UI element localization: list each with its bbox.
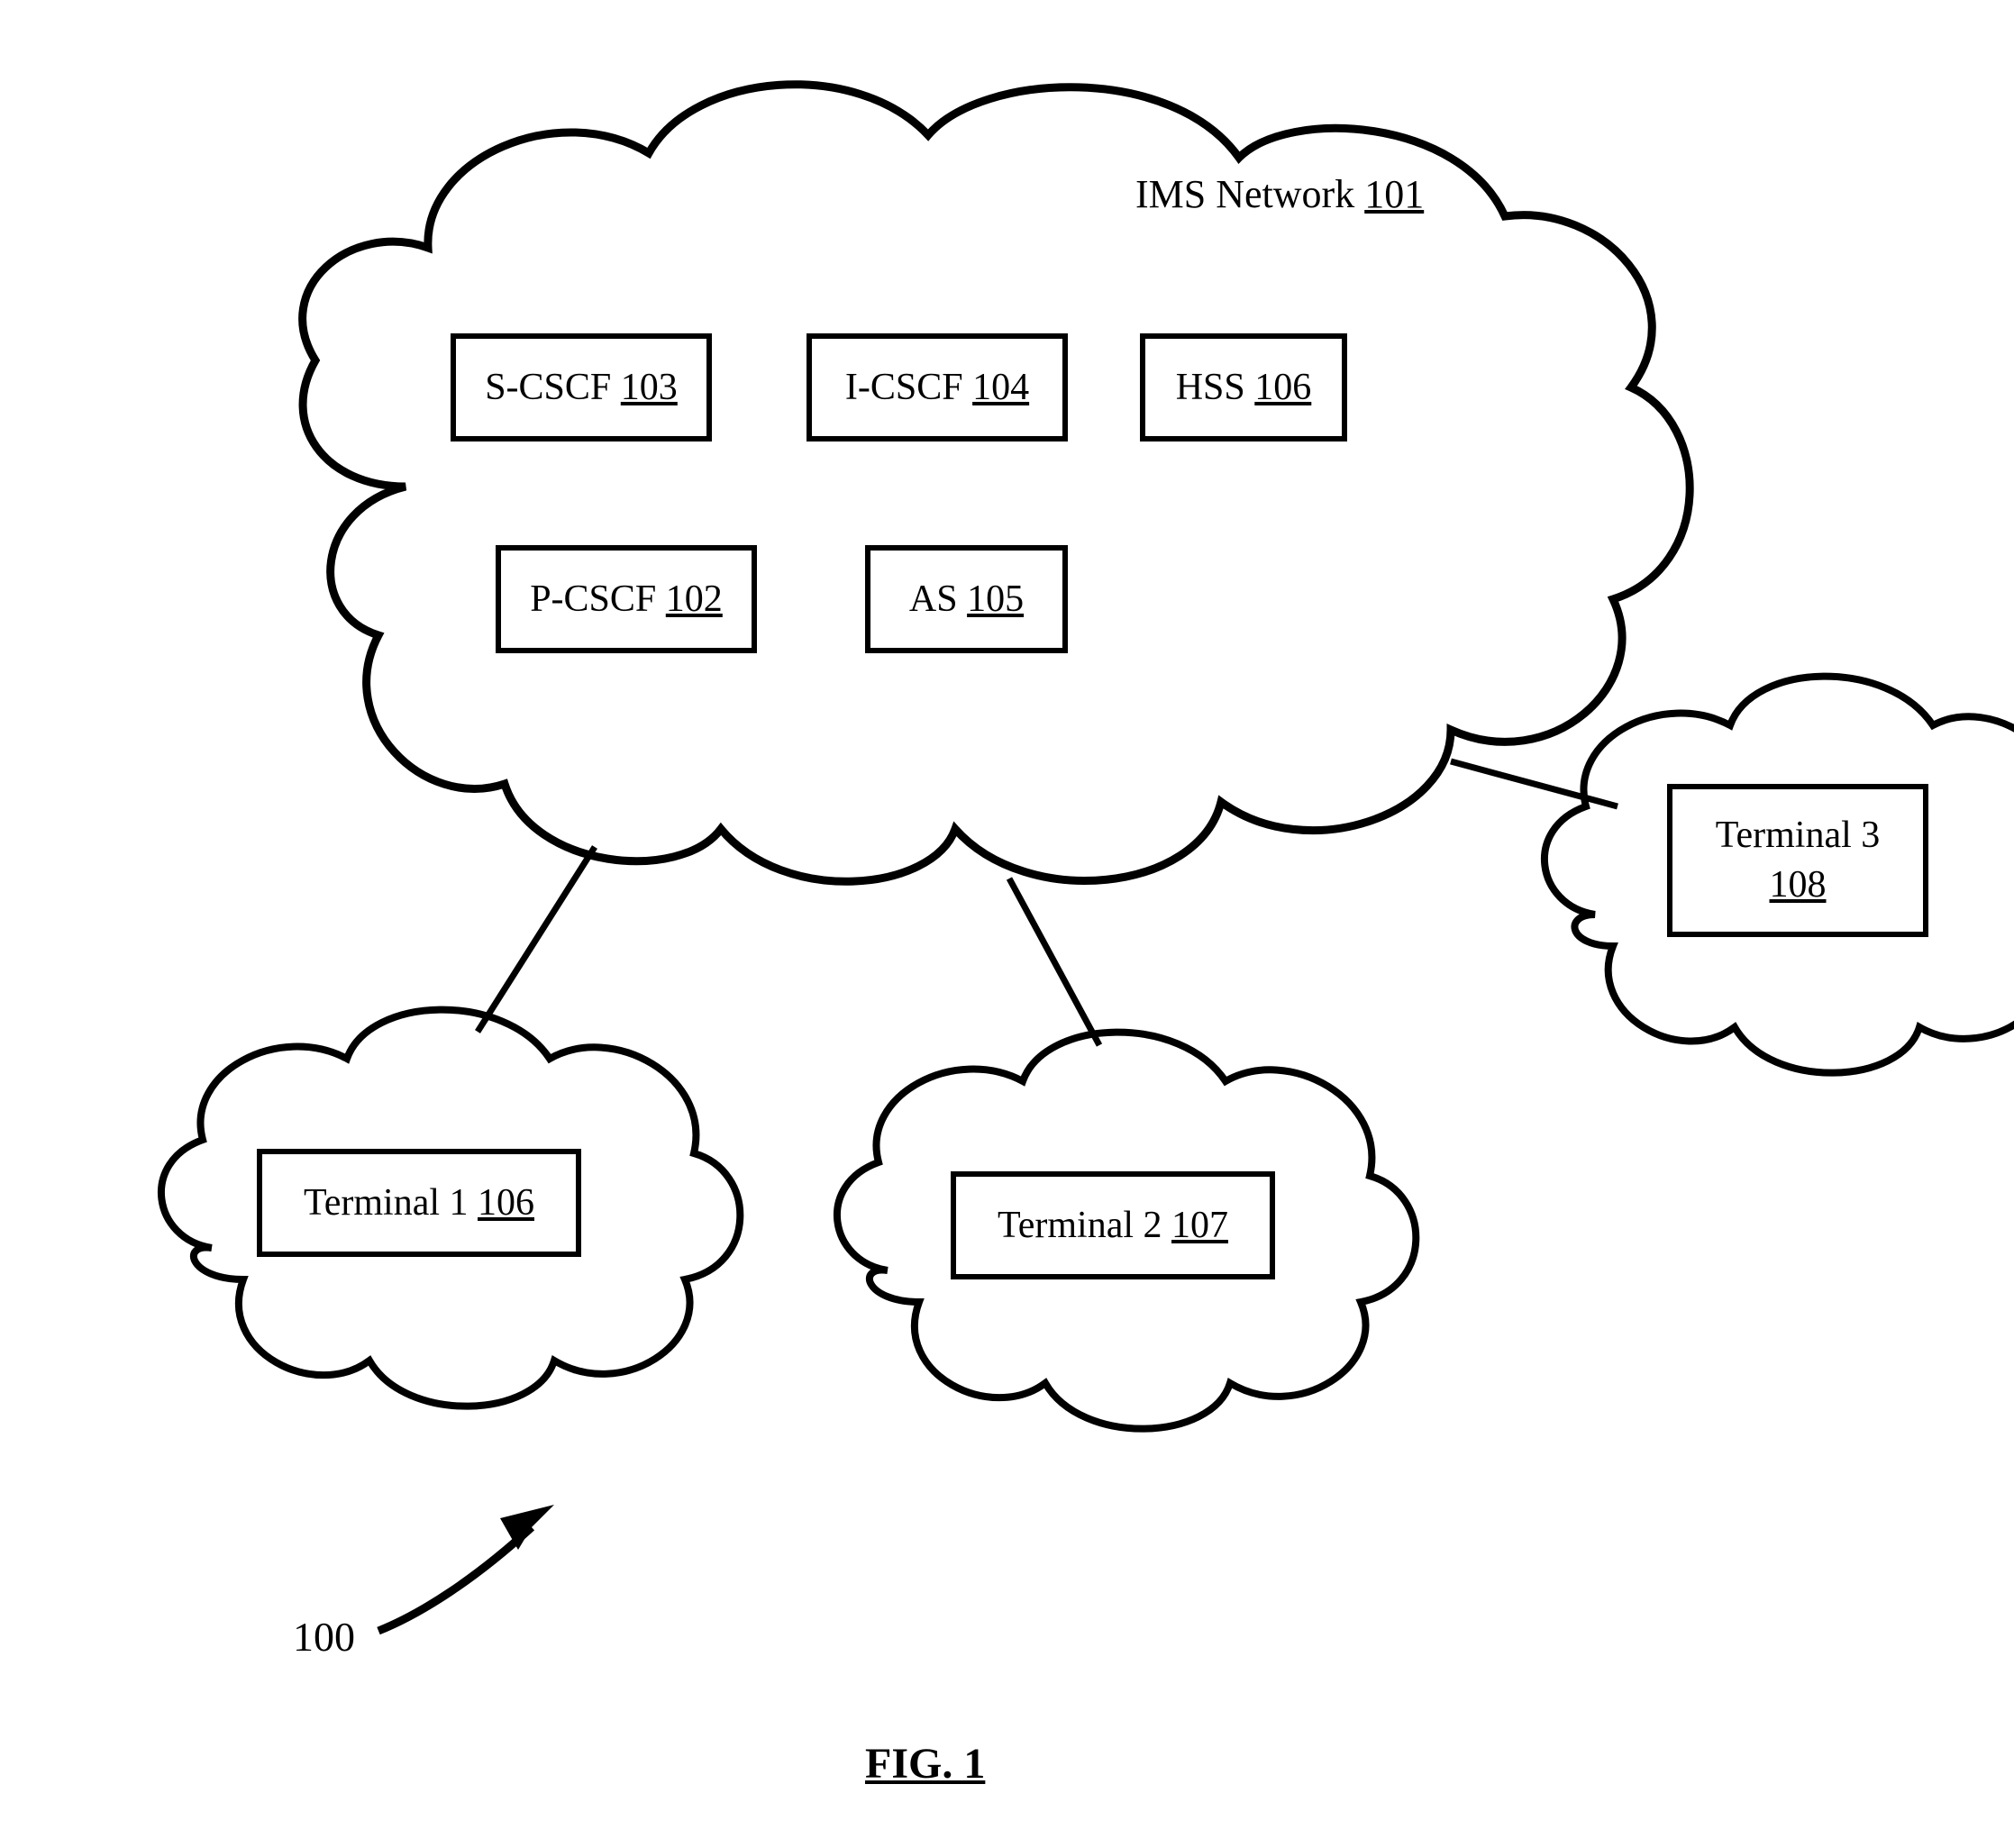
terminal3-ref: 108 [1716, 860, 1881, 910]
link-ims-term1 [478, 847, 595, 1032]
arrow-100 [378, 1527, 532, 1631]
as-ref: 105 [967, 578, 1024, 620]
pcscf-ref: 102 [666, 578, 723, 620]
box-as: AS 105 [865, 545, 1068, 653]
ims-network-title: IMS Network 101 [1135, 171, 1424, 217]
box-scscf: S-CSCF 103 [451, 333, 712, 442]
ims-network-ref: 101 [1364, 172, 1424, 216]
as-label: AS [909, 578, 958, 620]
hss-ref: 106 [1254, 367, 1311, 408]
figure-caption-text: FIG. 1 [865, 1740, 985, 1788]
pcscf-label: P-CSCF [530, 578, 656, 620]
hss-label: HSS [1176, 367, 1245, 408]
terminal1-ref: 106 [478, 1182, 534, 1224]
box-terminal1: Terminal 1 106 [257, 1149, 581, 1257]
box-terminal3: Terminal 3 108 [1667, 784, 1928, 937]
box-icscf: I-CSCF 104 [807, 333, 1068, 442]
link-ims-term2 [1009, 878, 1099, 1045]
cloud-ims [303, 85, 1690, 882]
terminal3-label: Terminal 3 [1716, 811, 1881, 860]
scscf-label: S-CSCF [485, 367, 611, 408]
figure-caption: FIG. 1 [865, 1739, 985, 1789]
diagram-canvas: IMS Network 101 S-CSCF 103 I-CSCF 104 HS… [0, 0, 2014, 1848]
link-ims-term3 [1451, 761, 1618, 806]
terminal2-ref: 107 [1171, 1205, 1228, 1246]
box-hss: HSS 106 [1140, 333, 1347, 442]
terminal2-label: Terminal 2 [998, 1205, 1162, 1246]
icscf-ref: 104 [972, 367, 1029, 408]
system-ref-text: 100 [293, 1614, 355, 1660]
system-ref-100: 100 [293, 1613, 355, 1661]
box-pcscf: P-CSCF 102 [496, 545, 757, 653]
ims-network-label: IMS Network [1135, 172, 1354, 216]
box-terminal2: Terminal 2 107 [951, 1171, 1275, 1279]
icscf-label: I-CSCF [845, 367, 963, 408]
terminal1-label: Terminal 1 [304, 1182, 469, 1224]
scscf-ref: 103 [621, 367, 678, 408]
